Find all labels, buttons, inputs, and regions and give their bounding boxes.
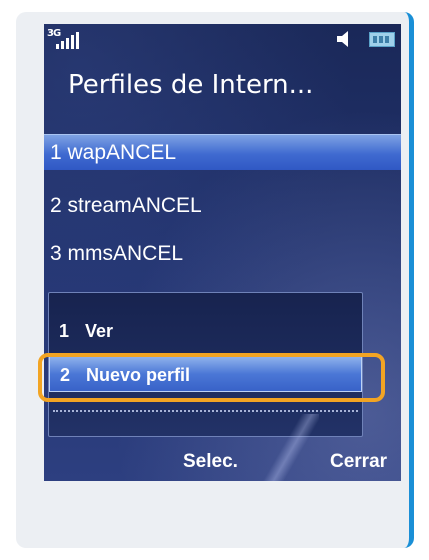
menu-item-label: Ver xyxy=(85,321,114,341)
menu-item-ver[interactable]: 1 Ver xyxy=(49,313,362,349)
signal-bars-icon xyxy=(56,31,79,49)
battery-icon xyxy=(369,32,395,47)
profile-item-streamancel[interactable]: 2 streamANCEL xyxy=(44,188,401,224)
menu-item-number: 1 xyxy=(59,321,70,341)
profile-item-wapancel[interactable]: 1 wapANCEL xyxy=(44,134,401,170)
softkey-select[interactable]: Selec. xyxy=(183,442,238,481)
menu-divider xyxy=(53,410,358,412)
softkey-close[interactable]: Cerrar xyxy=(330,442,387,481)
speaker-icon xyxy=(337,31,348,47)
page-title: Perfiles de Intern... xyxy=(68,70,314,100)
profile-item-mmsancel[interactable]: 3 mmsANCEL xyxy=(44,236,401,272)
status-bar: 3G xyxy=(44,24,401,60)
softkey-bar: Selec. Cerrar xyxy=(44,442,401,481)
highlight-annotation xyxy=(38,353,385,402)
phone-screen: 3G Perfiles de Intern... 1 wapANCEL 2 st… xyxy=(44,24,401,481)
